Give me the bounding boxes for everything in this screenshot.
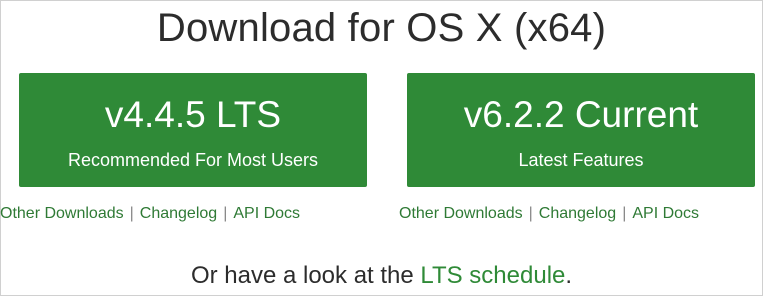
lts-changelog-link[interactable]: Changelog: [140, 205, 217, 222]
lts-schedule-link[interactable]: LTS schedule: [420, 262, 565, 289]
lts-subtitle: Recommended For Most Users: [67, 150, 319, 170]
download-lts-button[interactable]: v4.4.5 LTS Recommended For Most Users: [19, 73, 367, 187]
separator: |: [223, 205, 228, 222]
footer-note: Or have a look at the LTS schedule.: [0, 262, 763, 290]
current-api-docs-link[interactable]: API Docs: [632, 205, 699, 222]
separator: |: [528, 205, 533, 222]
download-current-button[interactable]: v6.2.2 Current Latest Features: [407, 73, 755, 187]
page-title: Download for OS X (x64): [156, 6, 607, 50]
current-version-label: v6.2.2 Current: [463, 94, 699, 135]
current-other-downloads-link[interactable]: Other Downloads: [399, 205, 523, 222]
lts-links-row: Other Downloads | Changelog | API Docs: [0, 205, 300, 223]
lts-api-docs-link[interactable]: API Docs: [233, 205, 300, 222]
current-subtitle: Latest Features: [518, 150, 644, 170]
footer-text: Or have a look at the: [190, 262, 421, 289]
separator: |: [622, 205, 627, 222]
current-links-row: Other Downloads | Changelog | API Docs: [399, 205, 699, 223]
separator: |: [129, 205, 134, 222]
lts-other-downloads-link[interactable]: Other Downloads: [0, 205, 124, 222]
current-changelog-link[interactable]: Changelog: [539, 205, 616, 222]
lts-version-label: v4.4.5 LTS: [104, 94, 282, 135]
footer-suffix: .: [565, 262, 573, 289]
